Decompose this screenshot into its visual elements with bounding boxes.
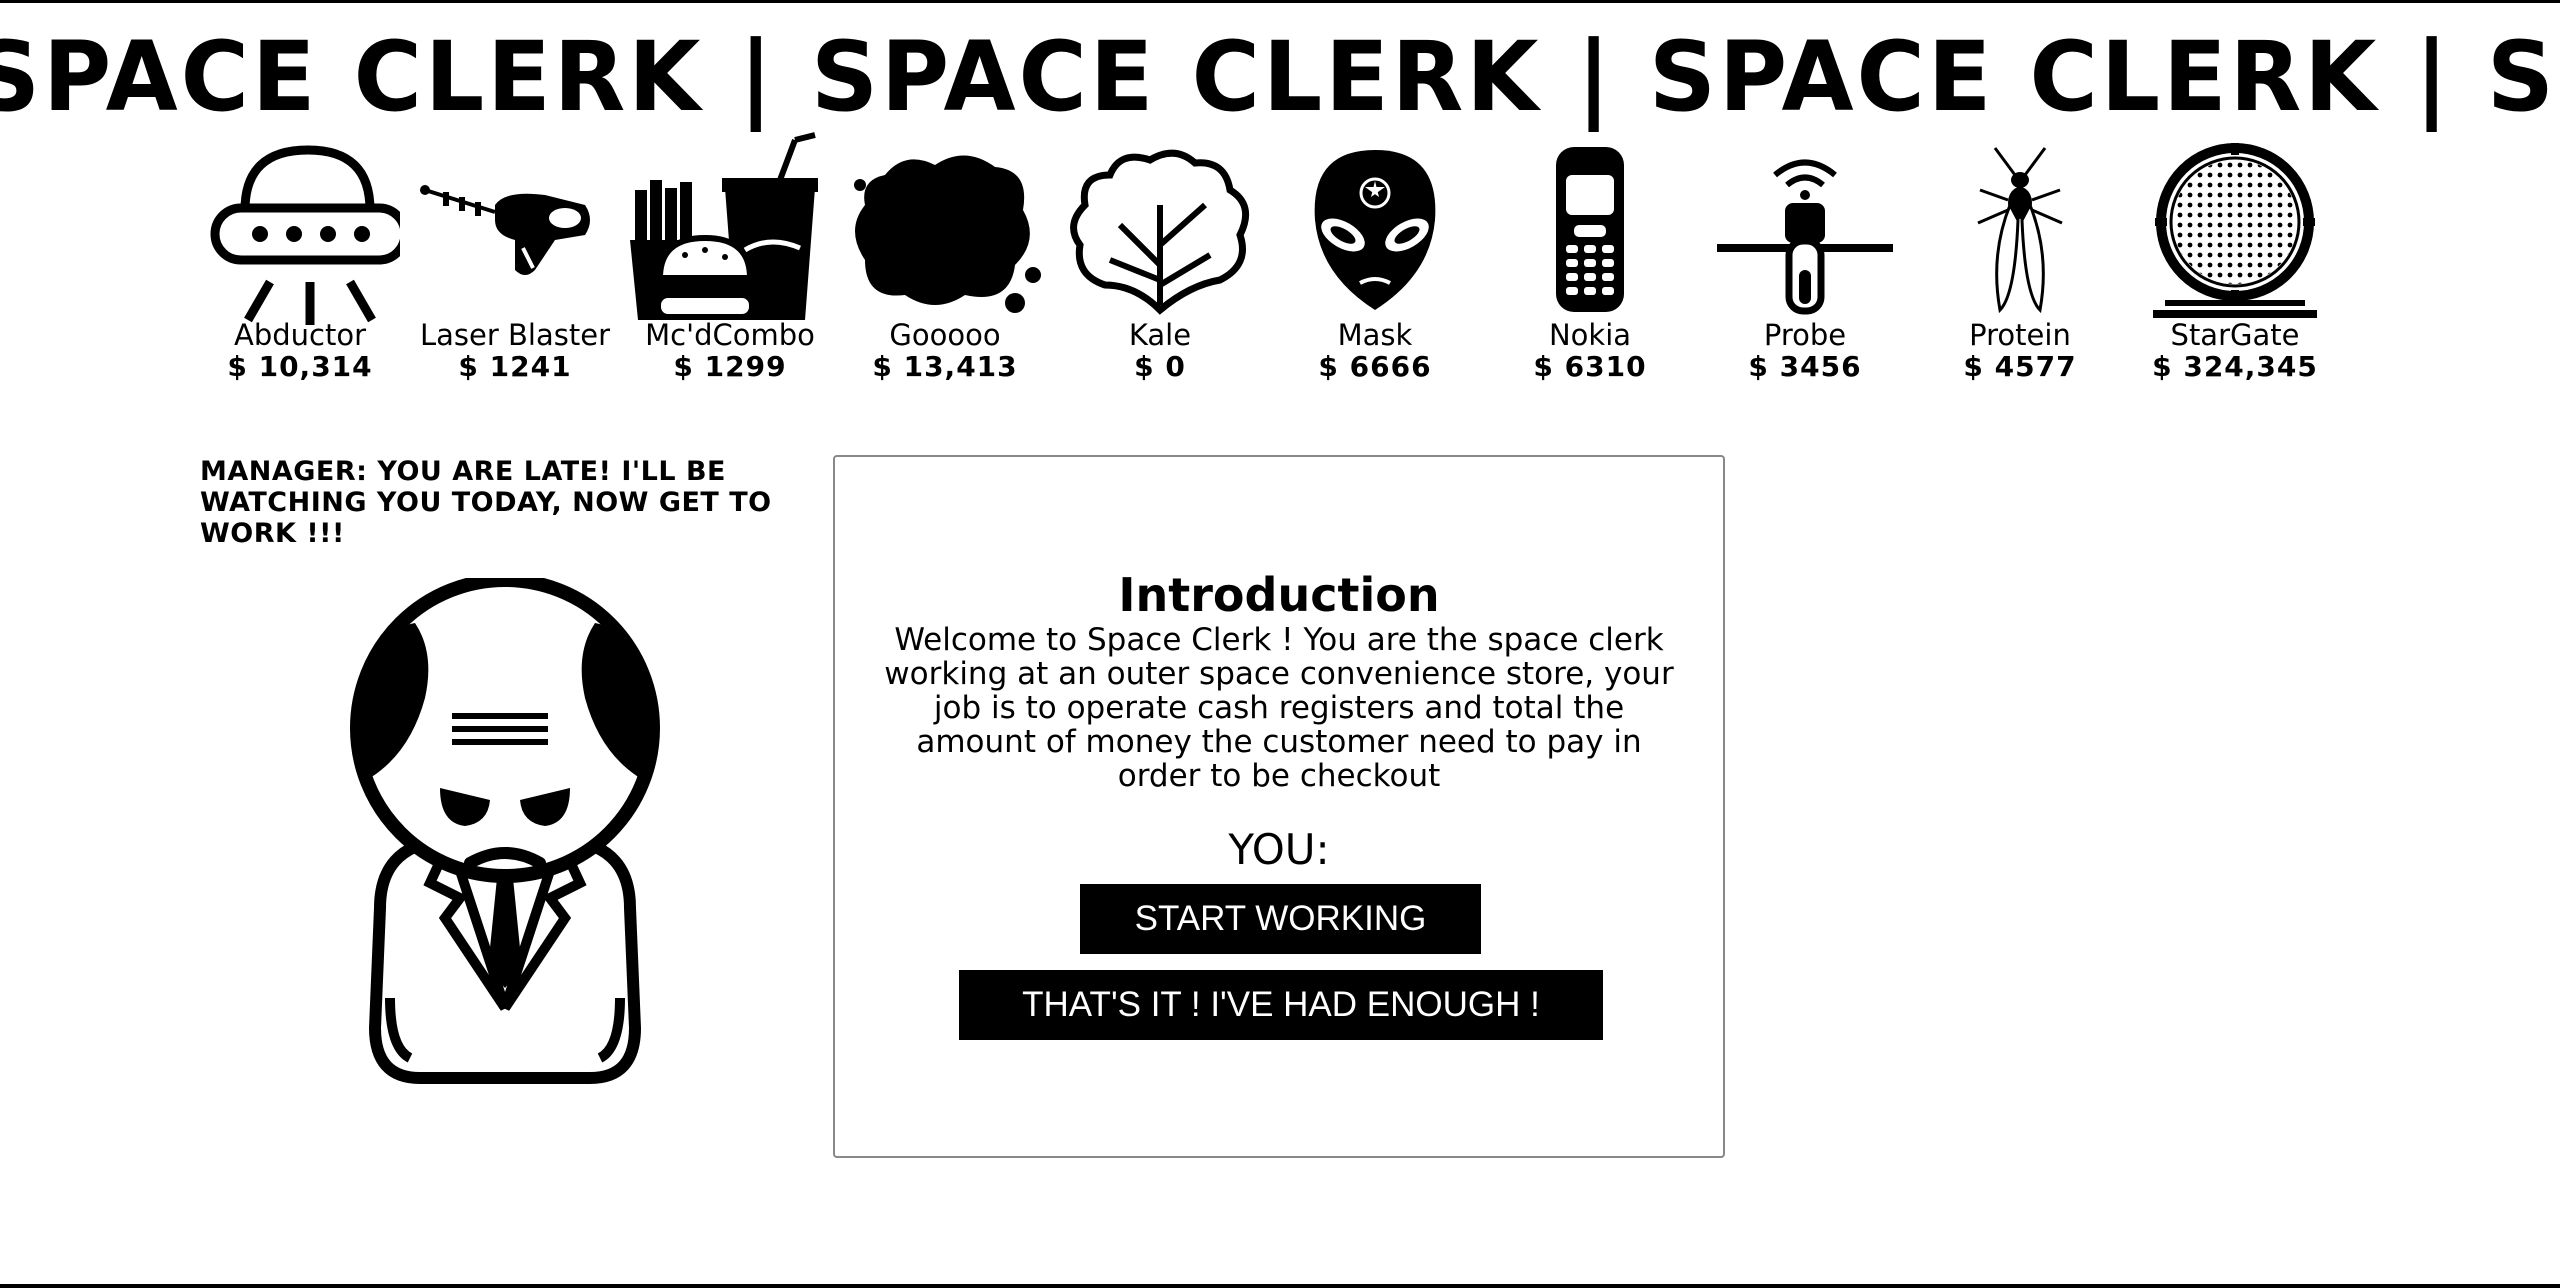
product-name: Probe <box>1763 318 1847 352</box>
bottom-border <box>0 1284 2560 1288</box>
intro-panel: Introduction Welcome to Space Clerk ! Yo… <box>833 455 1725 1158</box>
product-price: $ 1299 <box>673 350 787 383</box>
quit-button[interactable]: THAT'S IT ! I'VE HAD ENOUGH ! <box>959 970 1603 1040</box>
product-name: Mask <box>1337 318 1413 352</box>
alien-mask-icon <box>1314 150 1436 310</box>
manager-speech: MANAGER: YOU ARE LATE! I'LL BE WATCHING … <box>200 456 772 549</box>
product-stargate[interactable]: StarGate $ 324,345 <box>2135 140 2335 382</box>
product-name: Gooooo <box>889 318 1001 352</box>
intro-body: Welcome to Space Clerk ! You are the spa… <box>884 622 1674 794</box>
product-nokia[interactable]: Nokia $ 6310 <box>1490 140 1690 382</box>
product-mask[interactable]: Mask $ 6666 <box>1275 140 1475 382</box>
product-probe[interactable]: Probe $ 3456 <box>1705 140 1905 382</box>
stargate-icon <box>2153 143 2317 318</box>
intro-title: Introduction <box>1118 568 1440 622</box>
top-border <box>0 0 2560 3</box>
product-kale[interactable]: Kale $ 0 <box>1060 140 1260 382</box>
product-abductor[interactable]: Abductor $ 10,314 <box>200 140 400 382</box>
burger-combo-icon <box>630 132 818 320</box>
product-price: $ 324,345 <box>2152 350 2318 383</box>
title-marquee: SPACE CLERK | SPACE CLERK | SPACE CLERK … <box>0 22 2560 132</box>
ray-gun-icon <box>420 185 590 275</box>
product-name: StarGate <box>2170 318 2300 352</box>
product-name: Laser Blaster <box>420 318 610 352</box>
goo-splat-icon <box>854 155 1041 313</box>
product-price: $ 6666 <box>1318 350 1432 383</box>
nokia-phone-icon <box>1556 147 1624 312</box>
product-gooooo[interactable]: Gooooo $ 13,413 <box>845 140 1045 382</box>
product-price: $ 1241 <box>458 350 572 383</box>
product-protein[interactable]: Protein $ 4577 <box>1920 140 2120 382</box>
product-name: Kale <box>1128 318 1192 352</box>
product-mcdcombo[interactable]: Mc'dCombo $ 1299 <box>630 132 830 383</box>
product-price: $ 6310 <box>1533 350 1647 383</box>
product-name: Protein <box>1969 318 2071 352</box>
insect-icon <box>1977 147 2063 314</box>
ufo-icon <box>210 145 400 325</box>
product-catalog: Abductor $ 10,314 Laser Blaster $ 1241 M… <box>200 132 2360 430</box>
angry-manager-icon <box>340 573 670 1090</box>
product-price: $ 0 <box>1134 350 1186 383</box>
product-price: $ 4577 <box>1963 350 2077 383</box>
product-price: $ 10,314 <box>227 350 373 383</box>
probe-icon <box>1717 159 1893 315</box>
product-name: Mc'dCombo <box>645 318 815 352</box>
start-working-button[interactable]: START WORKING <box>1080 884 1481 954</box>
marquee-text: SPACE CLERK | SPACE CLERK | SPACE CLERK … <box>0 22 2560 132</box>
product-price: $ 13,413 <box>872 350 1018 383</box>
product-price: $ 3456 <box>1748 350 1862 383</box>
you-label: YOU: <box>1228 825 1330 874</box>
product-name: Nokia <box>1548 318 1632 352</box>
product-laser-blaster[interactable]: Laser Blaster $ 1241 <box>415 140 615 382</box>
kale-icon <box>1070 149 1250 315</box>
